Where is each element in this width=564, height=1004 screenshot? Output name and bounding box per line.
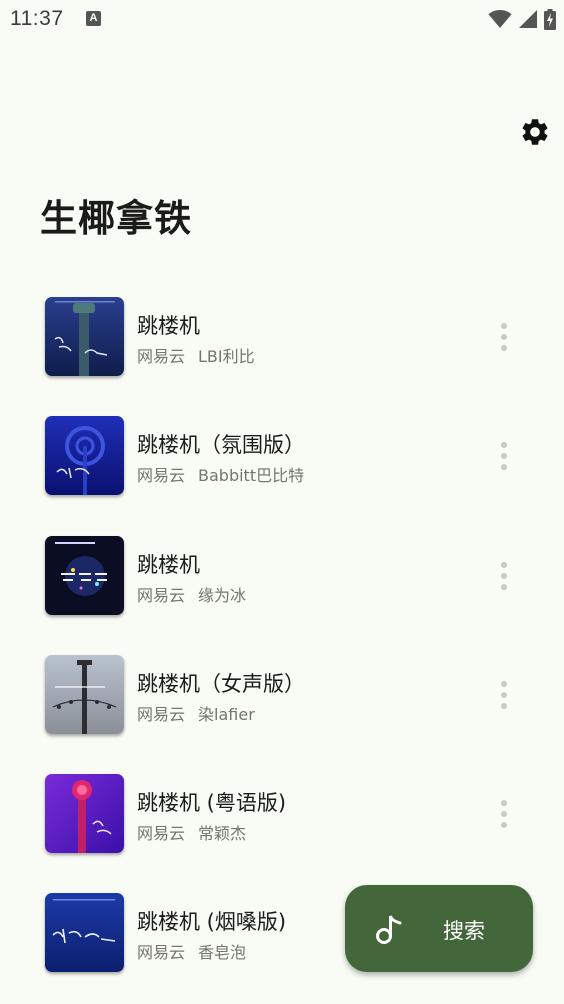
settings-button[interactable]	[517, 114, 553, 150]
wifi-icon	[488, 10, 512, 28]
song-meta: 网易云 染lafier	[137, 701, 255, 725]
song-source: 网易云	[137, 824, 186, 844]
song-meta: 网易云 LBI利比	[137, 343, 255, 367]
album-cover	[45, 774, 124, 854]
more-vert-dot	[501, 345, 507, 351]
more-vert-dot	[501, 811, 507, 818]
song-meta: 网易云 常颖杰	[137, 820, 246, 844]
more-vert-icon	[501, 561, 507, 568]
more-vert-dot	[501, 583, 507, 590]
battery-charging-icon	[544, 8, 556, 30]
more-vert-dot	[501, 702, 507, 709]
song-meta: 网易云 缘为冰	[137, 582, 246, 606]
status-time: 11:37	[10, 7, 64, 30]
more-vert-dot	[501, 453, 507, 460]
more-vert-icon	[501, 800, 507, 807]
song-list-item[interactable]: 跳楼机（氛围版） 网易云 Babbitt巴比特	[0, 396, 564, 515]
more-vert-icon	[501, 442, 507, 449]
app-screen: 11:37 A 生椰拿铁 跳楼机 网易云 LBI利比 跳楼机（氛围版） 网易云 …	[0, 0, 564, 1004]
song-artist: 染lafier	[198, 704, 255, 724]
more-options-button[interactable]	[490, 315, 518, 359]
song-artist: 常颖杰	[198, 824, 247, 844]
more-options-button[interactable]	[490, 673, 518, 717]
more-vert-dot	[501, 822, 507, 829]
search-fab-label: 搜索	[443, 919, 485, 943]
song-list-item[interactable]: 跳楼机 网易云 缘为冰	[0, 516, 564, 635]
status-bar: 11:37 A	[0, 0, 564, 38]
song-source: 网易云	[137, 943, 186, 963]
song-artist: 香皂泡	[198, 943, 247, 963]
song-list-item[interactable]: 跳楼机 网易云 LBI利比	[0, 277, 564, 396]
album-cover	[45, 416, 124, 496]
app-title: 生椰拿铁	[40, 197, 192, 240]
more-options-button[interactable]	[490, 792, 518, 836]
album-cover	[45, 297, 124, 376]
a-icon: A	[86, 11, 101, 26]
status-icons	[488, 8, 556, 30]
song-artist: Babbitt巴比特	[198, 466, 305, 486]
more-vert-dot	[501, 334, 507, 340]
song-title: 跳楼机 (烟嗓版)	[137, 910, 287, 935]
song-source: 网易云	[137, 704, 186, 724]
gear-icon	[522, 119, 548, 145]
more-vert-icon	[501, 323, 507, 329]
song-list-item[interactable]: 跳楼机 (粤语版) 网易云 常颖杰	[0, 754, 564, 873]
song-list-item[interactable]: 跳楼机（女声版） 网易云 染lafier	[0, 635, 564, 754]
signal-icon	[519, 10, 537, 28]
more-vert-dot	[501, 691, 507, 698]
music-note-icon	[376, 915, 402, 944]
song-artist: 缘为冰	[198, 585, 247, 605]
song-title: 跳楼机（女声版）	[137, 671, 305, 696]
song-artist: LBI利比	[198, 347, 255, 366]
song-source: 网易云	[137, 466, 186, 486]
song-source: 网易云	[137, 347, 186, 366]
more-options-button[interactable]	[490, 434, 518, 478]
more-vert-dot	[501, 464, 507, 471]
song-source: 网易云	[137, 585, 186, 605]
song-title: 跳楼机	[137, 314, 200, 338]
more-options-button[interactable]	[490, 554, 518, 598]
song-title: 跳楼机（氛围版）	[137, 433, 305, 458]
more-vert-icon	[501, 680, 507, 687]
album-cover	[45, 654, 124, 734]
search-fab-button[interactable]: 搜索	[345, 885, 533, 972]
album-cover	[45, 535, 124, 615]
song-meta: 网易云 香皂泡	[137, 939, 246, 963]
album-cover	[45, 893, 124, 973]
song-title: 跳楼机 (粤语版)	[137, 791, 287, 816]
more-vert-dot	[501, 572, 507, 579]
song-meta: 网易云 Babbitt巴比特	[137, 462, 304, 486]
song-title: 跳楼机	[137, 552, 200, 577]
